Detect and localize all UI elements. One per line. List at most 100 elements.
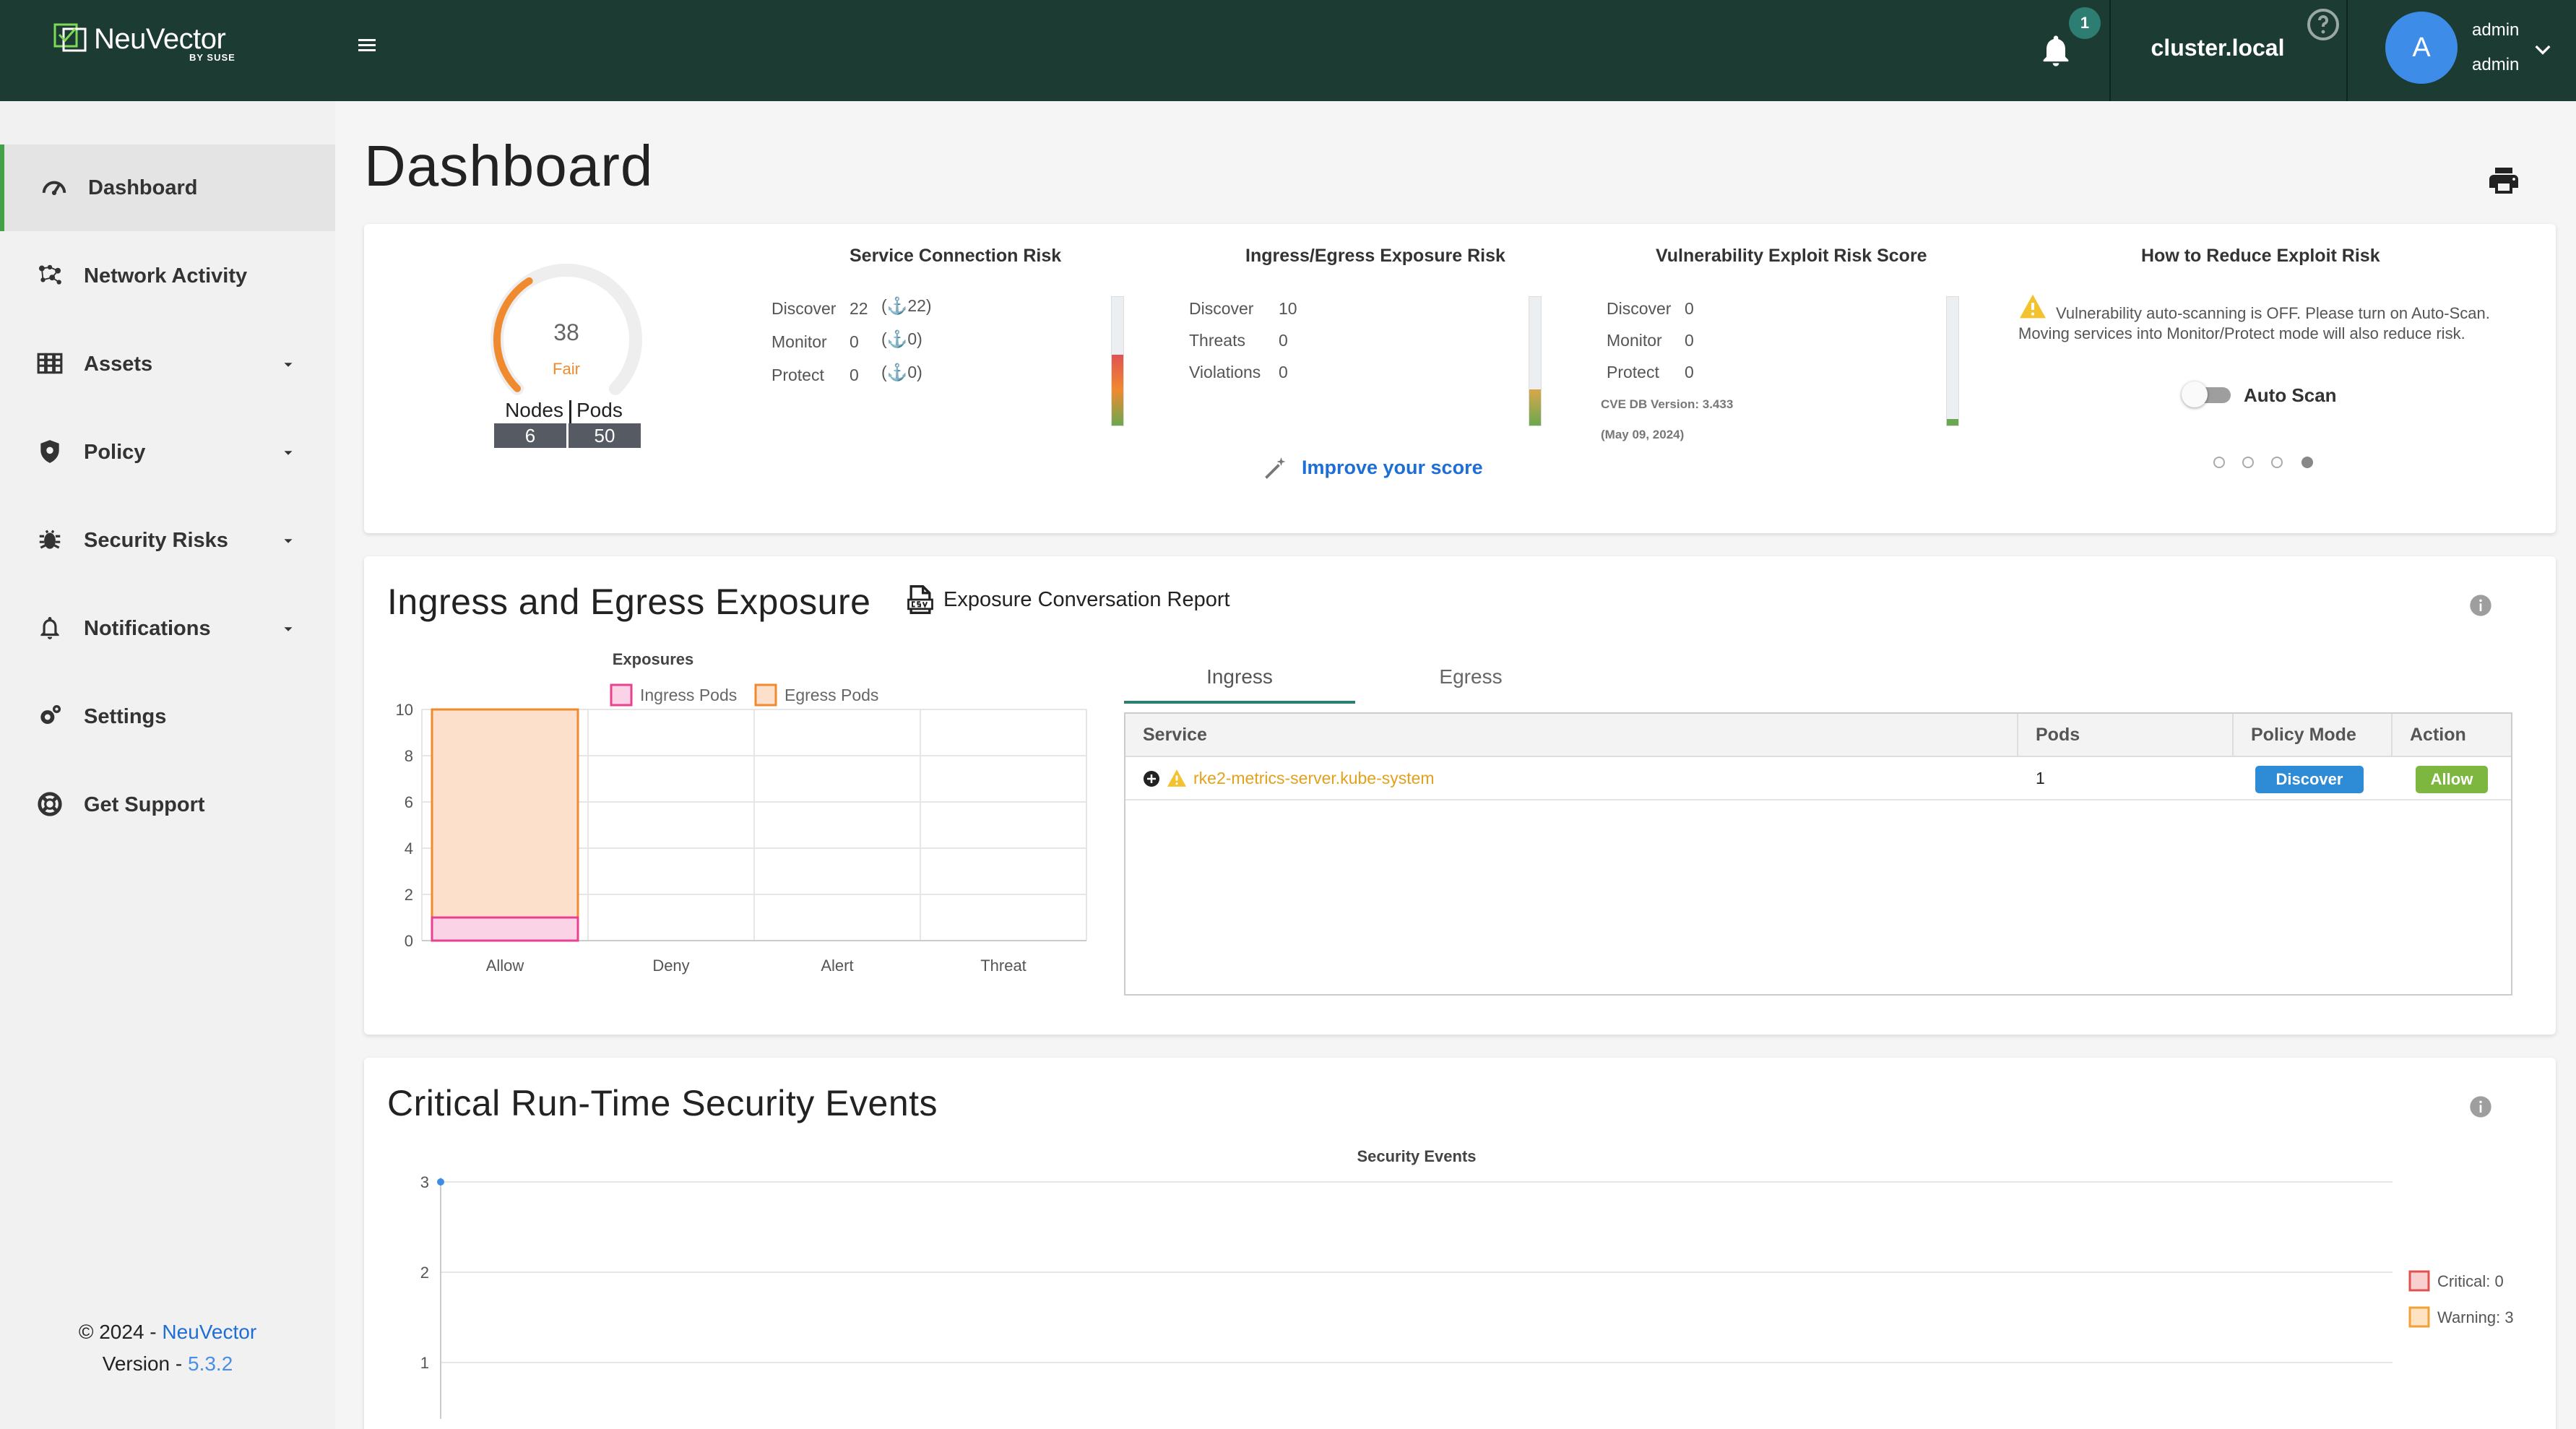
bar-egress [431, 708, 579, 942]
tab-egress[interactable]: Egress [1355, 650, 1586, 704]
table-row[interactable]: rke2-metrics-server.kube-system 1 Discov… [1125, 757, 2511, 800]
pods-label: Pods [576, 399, 623, 421]
ingress-egress-risk-bar [1529, 296, 1542, 426]
print-icon[interactable] [2486, 163, 2521, 198]
expand-row-icon[interactable] [1143, 770, 1160, 787]
version-prefix: Version - [102, 1352, 188, 1375]
user-avatar[interactable]: A [2385, 12, 2458, 84]
sidebar-item-label: Get Support [84, 793, 205, 816]
legend-swatch [2408, 1306, 2430, 1328]
column-header-action[interactable]: Action [2393, 714, 2511, 756]
version-number[interactable]: 5.3.2 [188, 1352, 233, 1375]
hamburger-line [358, 39, 376, 41]
carousel-dot[interactable] [2213, 457, 2225, 468]
service-name-link[interactable]: rke2-metrics-server.kube-system [1193, 757, 1435, 799]
sidebar-item-assets[interactable]: Assets [0, 321, 335, 407]
logo-subtext: BY SUSE [189, 52, 235, 63]
y-tick-label: 8 [405, 747, 413, 765]
risk-bar-fill [1529, 389, 1541, 426]
x-tick-label: Alert [821, 957, 853, 975]
vulnerability-risk-bar [1946, 296, 1959, 426]
neuvector-logo[interactable]: NeuVector BY SUSE [51, 20, 253, 71]
csv-file-icon[interactable] [904, 584, 936, 616]
anchor-value: 0 [907, 363, 917, 381]
y-tick-label: 3 [420, 1173, 429, 1191]
score-row-label: Discover [1607, 299, 1672, 318]
exposures-bar-chart: Exposures Ingress Pods Egress Pods 0 2 4 6 8 10 A… [396, 650, 1087, 975]
notifications-bell-icon[interactable] [2037, 32, 2075, 69]
auto-scan-label: Auto Scan [2244, 384, 2337, 406]
network-icon [38, 264, 61, 285]
score-row-label: Discover [771, 299, 837, 318]
carousel-dot[interactable] [2242, 457, 2254, 468]
pods-count-cell: 1 [2036, 769, 2045, 787]
score-row-value: 0 [850, 332, 859, 351]
copyright-text: © 2024 - [78, 1321, 163, 1343]
legend-label: Ingress Pods [640, 686, 737, 704]
shield-icon [40, 440, 59, 463]
y-tick-label: 0 [405, 932, 413, 950]
sidebar-item-notifications[interactable]: Notifications [0, 585, 335, 672]
user-name: admin [2472, 20, 2520, 40]
footer-version: Version - 5.3.2 [0, 1352, 335, 1376]
lifebuoy-icon [38, 792, 62, 816]
ingress-egress-risk-title: Ingress/Egress Exposure Risk [1245, 246, 1505, 266]
score-row-label: Protect [1607, 363, 1659, 381]
auto-scan-toggle[interactable] [2182, 381, 2234, 407]
sidebar-item-security-risks[interactable]: Security Risks [0, 497, 335, 584]
anchor-icon: ⚓ [886, 363, 908, 381]
chevron-down-icon[interactable] [2531, 38, 2554, 61]
vulnerability-risk-title: Vulnerability Exploit Risk Score [1656, 246, 1927, 266]
gauge-score-label: Fair [553, 360, 580, 378]
legend-swatch [2408, 1270, 2430, 1292]
gear-icon [40, 704, 61, 725]
exposure-report-link[interactable]: Exposure Conversation Report [943, 588, 1230, 612]
cluster-name[interactable]: cluster.local [2109, 35, 2326, 61]
x-tick-label: Threat [980, 957, 1026, 975]
hamburger-line [358, 44, 376, 46]
sidebar-item-get-support[interactable]: Get Support [0, 761, 335, 848]
neuvector-link[interactable]: NeuVector [162, 1321, 256, 1343]
sidebar-item-network-activity[interactable]: Network Activity [0, 233, 335, 319]
menu-toggle-button[interactable] [353, 36, 381, 65]
data-point [437, 1178, 444, 1186]
sidebar-item-label: Network Activity [84, 264, 248, 288]
help-icon[interactable] [2306, 7, 2341, 42]
carousel-dot-active[interactable] [2301, 457, 2313, 468]
bug-icon [39, 530, 61, 549]
info-icon[interactable] [2469, 594, 2492, 617]
column-header-pods[interactable]: Pods [2018, 714, 2234, 756]
sidebar-item-policy[interactable]: Policy [0, 409, 335, 496]
risk-bar-fill [1112, 355, 1123, 426]
sidebar-item-dashboard[interactable]: Dashboard [0, 144, 335, 231]
action-badge: Allow [2416, 766, 2488, 793]
score-row-value: 0 [1279, 363, 1288, 381]
carousel-dot[interactable] [2271, 457, 2283, 468]
assets-icon [37, 353, 63, 374]
service-connection-risk-bar [1111, 296, 1124, 426]
sidebar-item-label: Policy [84, 441, 146, 464]
nodes-count: 6 [494, 423, 566, 448]
score-row-value: 22 [850, 299, 868, 318]
exposure-section-title: Ingress and Egress Exposure [387, 582, 871, 622]
info-icon[interactable] [2469, 1095, 2492, 1118]
nodes-label: Nodes [505, 399, 563, 421]
y-tick-label: 10 [396, 701, 413, 719]
sidebar-item-settings[interactable]: Settings [0, 673, 335, 760]
gauge-icon [42, 181, 66, 196]
header-divider [2346, 0, 2348, 101]
page-title: Dashboard [364, 134, 654, 198]
legend-swatch [754, 683, 777, 707]
toggle-knob [2182, 381, 2208, 407]
tab-ingress[interactable]: Ingress [1124, 650, 1355, 704]
anchor-count: (⚓0) [881, 329, 922, 348]
column-header-policy-mode[interactable]: Policy Mode [2234, 714, 2393, 756]
security-events-card: Critical Run-Time Security Events Securi… [364, 1058, 2556, 1429]
sidebar: Dashboard Network Activity Assets Policy [0, 101, 335, 1429]
nodes-pods-separator [569, 400, 571, 425]
caret-down-icon [284, 539, 293, 543]
improve-score-link[interactable]: Improve your score [1302, 457, 1483, 479]
cve-db-date: (May 09, 2024) [1601, 428, 1685, 441]
column-header-service[interactable]: Service [1125, 714, 2018, 756]
score-row-label: Violations [1189, 363, 1261, 381]
